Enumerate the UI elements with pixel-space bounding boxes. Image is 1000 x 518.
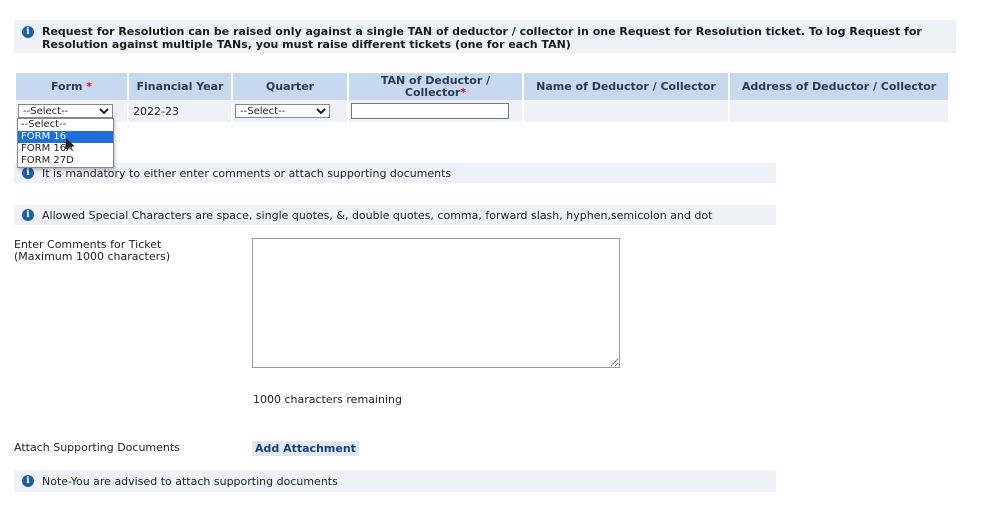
quarter-select[interactable]: --Select-- [235, 104, 330, 118]
characters-remaining: 1000 characters remaining [253, 393, 402, 406]
cell-address [730, 100, 948, 122]
header-form: Form * [16, 73, 127, 100]
form-option-select[interactable]: --Select-- [18, 119, 113, 131]
header-address: Address of Deductor / Collector [730, 73, 948, 100]
info-icon: i [22, 209, 34, 221]
header-tan-label: TAN of Deductor / Collector [380, 73, 491, 99]
info-icon: i [22, 26, 34, 38]
cell-name [524, 100, 728, 122]
tan-input[interactable] [351, 103, 509, 119]
advise-note-text: Note-You are advised to attach supportin… [42, 474, 338, 488]
comments-textarea[interactable] [252, 238, 620, 368]
mandatory-note-text: It is mandatory to either enter comments… [42, 166, 452, 180]
form-option-form27d[interactable]: FORM 27D [18, 155, 113, 167]
header-name: Name of Deductor / Collector [524, 73, 728, 100]
banner-text: Request for Resolution can be raised onl… [42, 25, 922, 51]
mandatory-note: i It is mandatory to either enter commen… [14, 163, 776, 183]
advise-note: i Note-You are advised to attach support… [14, 470, 776, 492]
attach-label: Attach Supporting Documents [14, 441, 180, 454]
cell-quarter: --Select-- [233, 100, 347, 122]
comments-label: Enter Comments for Ticket (Maximum 1000 … [14, 239, 170, 263]
header-quarter: Quarter [233, 73, 347, 100]
table-row: --Select-- 2022-23 --Select-- [16, 100, 948, 122]
info-icon: i [22, 475, 34, 487]
resolution-info-banner: i Request for Resolution can be raised o… [14, 20, 956, 53]
ticket-details-table: Form * Financial Year Quarter TAN of Ded… [14, 73, 950, 122]
header-financial-year: Financial Year [129, 73, 231, 100]
special-characters-text: Allowed Special Characters are space, si… [42, 208, 713, 222]
header-tan: TAN of Deductor / Collector* [349, 73, 522, 100]
required-mark: * [86, 79, 93, 93]
comments-label-line2: (Maximum 1000 characters) [14, 250, 171, 263]
form-select[interactable]: --Select-- [18, 104, 113, 118]
cell-tan [349, 100, 522, 122]
header-form-label: Form [50, 79, 83, 93]
special-characters-note: i Allowed Special Characters are space, … [14, 205, 776, 225]
info-icon: i [22, 167, 34, 179]
cell-financial-year: 2022-23 [129, 100, 231, 122]
required-mark: * [460, 85, 467, 99]
add-attachment-button[interactable]: Add Attachment [252, 441, 359, 456]
